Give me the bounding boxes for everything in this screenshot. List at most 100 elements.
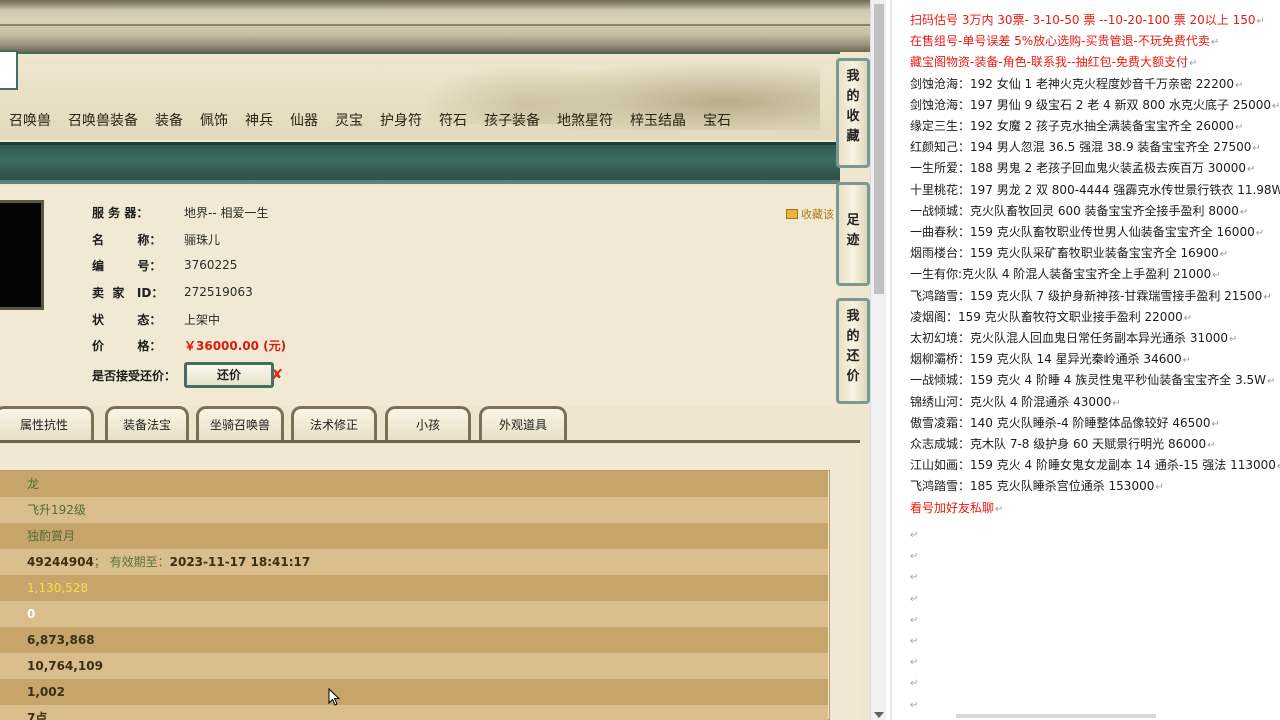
document-line: 傲雪凌霜：140 克火队睡杀-4 阶睡整体品像较好 46500↵	[910, 413, 1220, 434]
footprints-button[interactable]: 足 迹	[836, 182, 870, 286]
category-rune-stone[interactable]: 符石	[430, 108, 475, 134]
document-line: 一曲春秋：159 克火队畜牧职业传世男人仙装备宝宝齐全 16000↵	[910, 222, 1264, 243]
table-row: 飞升192级	[0, 497, 828, 523]
side-char: 足	[846, 213, 860, 228]
category-star-talisman[interactable]: 地煞星符	[548, 108, 621, 134]
table-row: 独酌賞月	[0, 523, 828, 549]
return-mark-icon: ↵	[1267, 376, 1276, 387]
favorite-icon	[786, 209, 798, 219]
document-line-text: 一曲春秋：159 克火队畜牧职业传世男人仙装备宝宝齐全 16000	[910, 225, 1255, 239]
return-mark-icon: ↵	[1112, 398, 1121, 409]
return-mark-icon: ↵	[1234, 122, 1244, 133]
document-line-text: 飞鸿踏雪：185 克火队睡杀宫位通杀 153000	[910, 479, 1155, 493]
document-line: 一生所爱：188 男鬼 2 老孩子回血鬼火装孟极去疾百万 30000↵	[910, 158, 1255, 179]
document-line: 一战倾城：克火队畜牧回灵 600 装备宝宝齐全接手盈利 8000↵	[910, 201, 1248, 222]
document-line: 烟柳灞桥：159 克火队 14 星异光秦岭通杀 34600↵	[910, 349, 1191, 370]
document-line-text: 飞鸿踏雪：159 克火队 7 级护身新神孩-甘霖瑞雪接手盈利 21500	[910, 289, 1263, 303]
side-char: 迹	[846, 233, 860, 248]
category-summon[interactable]: 召唤兽	[0, 108, 59, 134]
side-char: 我	[846, 69, 860, 84]
document-line: 在售组号-单号误差 5%放心选购-买贵管退-不玩免费代卖↵	[910, 31, 1219, 52]
document-line: 锦绣山河：克火队 4 阶混通杀 43000↵	[910, 392, 1121, 413]
document-line-text: 江山如画：159 克火 4 阶睡女鬼女龙副本 14 通杀-15 强法 11300…	[910, 458, 1276, 472]
row-value: 7点	[27, 711, 48, 720]
table-row: 49244904； 有效期至：2023-11-17 18:41:17	[0, 549, 828, 575]
category-jade-crystal[interactable]: 梓玉结晶	[621, 108, 694, 134]
name-value: 骊珠儿	[184, 232, 221, 247]
scroll-down-arrow-icon[interactable]	[874, 712, 884, 718]
category-summon-equip[interactable]: 召唤兽装备	[59, 108, 146, 134]
document-line-text: 缘定三生：192 女魔 2 孩子克水抽全满装备宝宝齐全 26000	[910, 119, 1234, 133]
doc-margin-line	[890, 0, 892, 720]
category-child-equip[interactable]: 孩子装备	[475, 108, 548, 134]
attribute-table: 龙 飞升192级 独酌賞月 49244904； 有效期至：2023-11-17 …	[0, 470, 830, 720]
favorite-link[interactable]: 收藏该	[786, 206, 834, 222]
price-value: ￥36000.00 (元)	[184, 338, 287, 353]
vertical-scrollbar[interactable]	[870, 0, 886, 720]
category-divine-weapon[interactable]: 神兵	[236, 108, 281, 134]
attribute-panel: 龙 飞升192级 独酌賞月 49244904； 有效期至：2023-11-17 …	[0, 444, 860, 720]
character-thumbnail[interactable]	[0, 200, 44, 310]
tab-underline	[0, 440, 860, 443]
table-row: 7点	[0, 705, 828, 720]
mouse-cursor-icon	[328, 688, 340, 706]
document-line: 一战倾城：159 克火 4 阶睡 4 族灵性鬼平秒仙装备宝宝齐全 3.5W↵	[910, 370, 1275, 391]
document-line: 看号加好友私聊↵	[910, 498, 1003, 519]
table-row: 1,002	[0, 679, 828, 705]
document-line: 十里桃花：197 男龙 2 双 800-4444 强霹克水传世景行铁衣 11.9…	[910, 180, 1280, 201]
document-line: 一生有你:克火队 4 阶混人装备宝宝齐全上手盈利 21000↵	[910, 264, 1221, 285]
empty-line-return-mark-icon: ↵	[910, 551, 919, 562]
horizontal-scrollbar[interactable]	[956, 714, 1156, 718]
haggle-label: 是否接受还价：	[92, 368, 177, 383]
my-haggles-button[interactable]: 我 的 还 价	[836, 298, 870, 404]
category-gem[interactable]: 宝石	[694, 108, 739, 134]
tab-child[interactable]: 小孩	[385, 406, 471, 442]
top-decor-strip	[0, 0, 870, 52]
category-nav: 召唤兽 召唤兽装备 装备 佩饰 神兵 仙器 灵宝 护身符 符石 孩子装备 地煞星…	[0, 108, 739, 134]
category-equip[interactable]: 装备	[146, 108, 191, 134]
return-mark-icon: ↵	[1219, 249, 1229, 260]
tab-attributes[interactable]: 属性抗性	[0, 406, 94, 442]
return-mark-icon: ↵	[1188, 58, 1198, 69]
empty-line-return-mark-icon: ↵	[910, 530, 919, 541]
row-extra: 2023-11-17 18:41:17	[169, 555, 311, 569]
tab-mounts-pets[interactable]: 坐骑召唤兽	[196, 406, 284, 442]
return-mark-icon: ↵	[1229, 334, 1238, 345]
document-line-text: 太初幻境：克火队混人回血鬼日常任务副本异光通杀 31000	[910, 331, 1228, 345]
row-value: 1,130,528	[27, 581, 89, 595]
section-header-bar	[0, 142, 840, 184]
tab-appearance[interactable]: 外观道具	[479, 406, 567, 442]
side-char: 价	[846, 369, 860, 384]
document-line-text: 看号加好友私聊	[910, 501, 995, 515]
document-line: 剑蚀沧海：197 男仙 9 级宝石 2 老 4 新双 800 水克火底子 250…	[910, 95, 1280, 116]
document-line-text: 红颜知己：194 男人忽混 36.5 强混 38.9 装备宝宝齐全 27500	[910, 140, 1252, 154]
haggle-button[interactable]: 还价	[184, 362, 283, 388]
return-mark-icon: ↵	[1183, 313, 1193, 324]
document-line-text: 烟雨楼台：159 克火队采矿畜牧职业装备宝宝齐全 16900	[910, 246, 1219, 260]
tab-spell-correction[interactable]: 法术修正	[291, 406, 377, 442]
server-label: 服 务 器：	[92, 205, 149, 220]
category-amulet[interactable]: 护身符	[371, 108, 430, 134]
document-line-text: 一生有你:克火队 4 阶混人装备宝宝齐全上手盈利 21000	[910, 267, 1212, 281]
document-line-text: 一生所爱：188 男鬼 2 老孩子回血鬼火装孟极去疾百万 30000	[910, 161, 1246, 175]
trade-page: 召唤兽 召唤兽装备 装备 佩饰 神兵 仙器 灵宝 护身符 符石 孩子装备 地煞星…	[0, 0, 870, 720]
row-value: 10,764,109	[27, 659, 103, 673]
category-spirit-treasure[interactable]: 灵宝	[326, 108, 371, 134]
document-line: 剑蚀沧海：192 女仙 1 老神火克火程度妙音千万亲密 22200↵	[910, 74, 1243, 95]
seller-label: 卖 家 ID：	[92, 285, 164, 300]
category-immortal-tool[interactable]: 仙器	[281, 108, 326, 134]
id-label: 编 号：	[92, 258, 162, 273]
tab-equipment[interactable]: 装备法宝	[105, 406, 189, 442]
category-accessory[interactable]: 佩饰	[191, 108, 236, 134]
my-favorites-button[interactable]: 我 的 收 藏	[836, 58, 870, 168]
return-mark-icon: ↵	[1212, 270, 1221, 281]
document-line: 藏宝阁物资-装备-角色-联系我--抽红包-免费大额支付↵	[910, 52, 1197, 73]
return-mark-icon: ↵	[1211, 419, 1220, 430]
return-mark-icon: ↵	[1246, 164, 1256, 175]
document-line: 凌烟阁：159 克火队畜牧符文职业接手盈利 22000↵	[910, 307, 1192, 328]
scrollbar-thumb[interactable]	[874, 4, 884, 294]
side-char: 还	[846, 349, 860, 364]
empty-line-return-mark-icon: ↵	[910, 657, 919, 668]
document-line-text: 藏宝阁物资-装备-角色-联系我--抽红包-免费大额支付	[910, 55, 1188, 69]
document-line-text: 锦绣山河：克火队 4 阶混通杀 43000	[910, 395, 1112, 409]
